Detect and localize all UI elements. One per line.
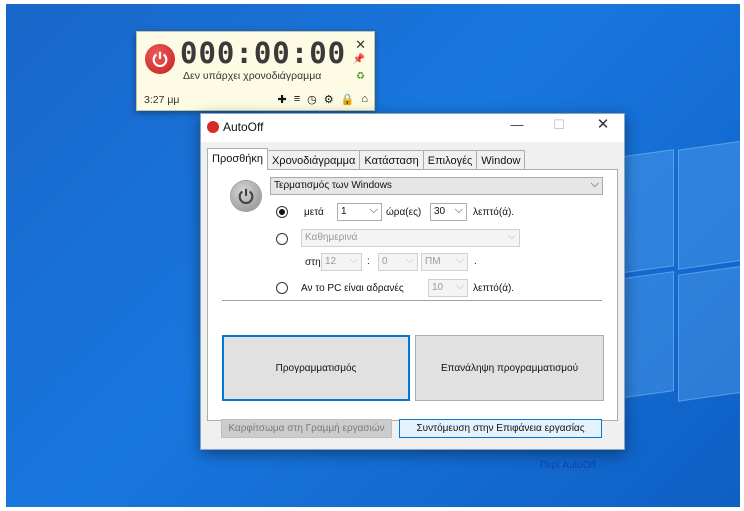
home-icon[interactable]: ⌂ [361, 93, 368, 106]
app-power-icon [207, 121, 219, 133]
chevron-down-icon: ⌵ [590, 178, 599, 190]
hour-select[interactable]: 12 ⌵ [321, 253, 362, 271]
tab-status[interactable]: Κατάσταση [359, 150, 424, 170]
minutes-select[interactable]: 30 ⌵ [430, 203, 467, 221]
divider [222, 300, 602, 301]
frequency-select[interactable]: Καθημερινά ⌵ [301, 229, 520, 247]
chevron-down-icon: ⌵ [455, 280, 464, 292]
title-bar[interactable]: AutoOff — ☐ ✕ [201, 114, 624, 142]
tab-schedule[interactable]: Χρονοδιάγραμμα [266, 150, 361, 170]
close-button[interactable]: ✕ [588, 115, 618, 133]
desktop-shortcut-button[interactable]: Συντόμευση στην Επιφάνεια εργασίας [399, 419, 602, 438]
after-label: μετά [304, 207, 324, 218]
window-client-area: Προσθήκη Χρονοδιάγραμμα Κατάσταση Επιλογ… [201, 142, 624, 471]
autooff-mini-widget: 000:00:00 Δεν υπάρχει χρονοδιάγραμμα 3:2… [136, 31, 375, 111]
chevron-down-icon: ⌵ [454, 204, 463, 216]
tab-options[interactable]: Επιλογές [422, 150, 478, 170]
time-colon: : [367, 256, 370, 267]
repeat-schedule-button[interactable]: Επανάληψη προγραμματισμού [415, 335, 604, 401]
chevron-down-icon: ⌵ [349, 254, 358, 266]
countdown-timer: 000:00:00 [180, 36, 347, 70]
radio-daily[interactable] [276, 233, 288, 245]
widget-toolbar: ✚ ≡ ◷ ⚙ 🔒 ⌂ [278, 93, 368, 106]
tab-strip: Προσθήκη Χρονοδιάγραμμα Κατάσταση Επιλογ… [207, 148, 526, 170]
window-title: AutoOff [223, 120, 264, 134]
time-dot: . [474, 256, 477, 267]
chevron-down-icon: ⌵ [455, 254, 464, 266]
tab-add[interactable]: Προσθήκη [207, 148, 268, 170]
idle-minutes-select[interactable]: 10 ⌵ [428, 279, 468, 297]
clock-icon[interactable]: ◷ [307, 93, 317, 106]
power-icon [231, 181, 261, 211]
ampm-select[interactable]: ΠΜ ⌵ [421, 253, 468, 271]
power-icon[interactable] [145, 44, 175, 74]
autooff-window: AutoOff — ☐ ✕ Προσθήκη Χρονοδιάγραμμα Κα… [200, 113, 625, 471]
pin-icon[interactable]: 📌 [353, 54, 365, 65]
gear-icon[interactable]: ⚙ [324, 93, 334, 106]
at-label: στη [305, 257, 321, 268]
schedule-button[interactable]: Προγραμματισμός [222, 335, 410, 401]
menu-icon[interactable]: ≡ [294, 93, 300, 106]
pin-to-taskbar-button[interactable]: Καρφίτσωμα στη Γραμμή εργασιών [221, 419, 392, 438]
leaf-icon[interactable]: ♻ [356, 71, 365, 82]
close-icon[interactable]: ✕ [355, 37, 366, 53]
clock-time: 3:27 μμ [144, 94, 180, 106]
idle-minutes-unit: λεπτό(ά). [473, 283, 515, 294]
chevron-down-icon: ⌵ [405, 254, 414, 266]
chevron-down-icon: ⌵ [369, 204, 378, 216]
minutes-unit: λεπτό(ά). [473, 207, 515, 218]
minute-select[interactable]: 0 ⌵ [378, 253, 418, 271]
action-select[interactable]: Τερματισμός των Windows ⌵ [270, 177, 603, 195]
minimize-button[interactable]: — [502, 117, 532, 132]
hours-unit: ώρα(ες) [386, 207, 422, 218]
hours-select[interactable]: 1 ⌵ [337, 203, 382, 221]
schedule-status: Δεν υπάρχει χρονοδιάγραμμα [183, 70, 322, 82]
lock-icon[interactable]: 🔒 [341, 93, 355, 106]
plus-icon[interactable]: ✚ [278, 93, 287, 106]
idle-label: Αν το PC είναι αδρανές [301, 283, 404, 294]
chevron-down-icon: ⌵ [507, 230, 516, 242]
about-link[interactable]: Περί AutoOff [540, 460, 596, 471]
maximize-button[interactable]: ☐ [544, 117, 574, 133]
add-tab-panel: Τερματισμός των Windows ⌵ μετά 1 ⌵ ώρα(ες)… [207, 169, 618, 421]
radio-after[interactable] [276, 206, 288, 218]
radio-idle[interactable] [276, 282, 288, 294]
tab-window[interactable]: Window [476, 150, 526, 170]
